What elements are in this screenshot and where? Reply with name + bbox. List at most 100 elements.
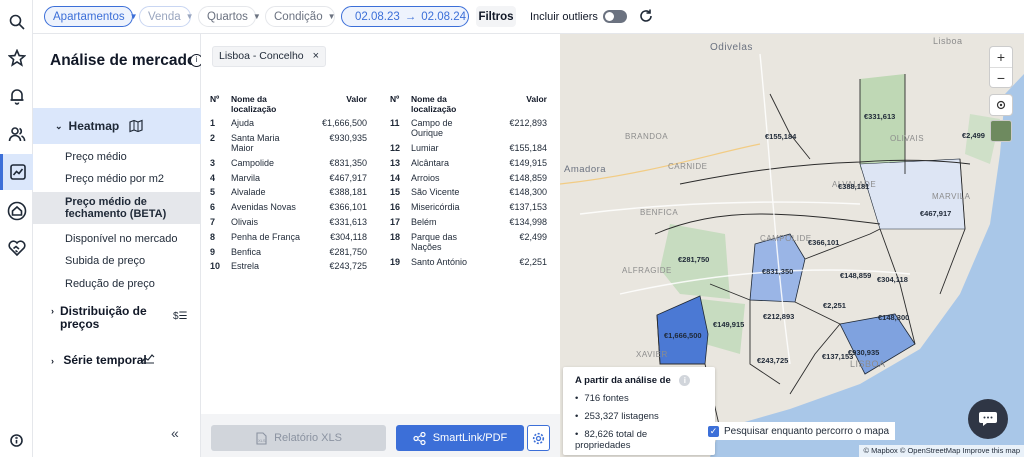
place-carnide: CARNIDE (668, 162, 708, 171)
region-label-misericordia: €137,153 (822, 352, 854, 361)
locate-icon[interactable] (990, 95, 1012, 115)
info-sources: 716 fontes (575, 393, 703, 404)
table-row-name: Arroios (411, 172, 440, 183)
table-row-name: Estrela (231, 261, 260, 272)
home-icon[interactable] (5, 199, 28, 222)
region-label-santo-antonio: €2,251 (823, 301, 846, 310)
date-to: 02.08.24 (421, 10, 467, 23)
table-row-value: €137,153 (509, 202, 547, 213)
table-row-value: €281,750 (329, 246, 367, 257)
smartlink-button[interactable]: SmartLink/PDF (396, 425, 524, 451)
top-filter-bar: Apartamentos ▼ Venda ▼ Quartos ▼ Condiçã… (33, 0, 1024, 34)
locations-table-area: Lisboa - Concelho × Nº Nome da localizaç… (201, 34, 560, 457)
table-row-num: 5 (210, 187, 216, 198)
info-properties: 82,626 total de propriedades (575, 429, 703, 451)
info-icon[interactable]: i (679, 375, 691, 386)
location-filter-chip[interactable]: Lisboa - Concelho × (212, 46, 326, 67)
place-benfica: BENFICA (640, 208, 679, 217)
search-while-moving-checkbox[interactable]: ✓ (708, 425, 719, 437)
money-stack-icon: $☰ (173, 311, 188, 322)
place-amadora: Amadora (564, 164, 607, 175)
search-while-moving[interactable]: ✓ Pesquisar enquanto percorro o mapa (702, 422, 896, 440)
zoom-in-button[interactable]: + (990, 47, 1012, 67)
table-row-name: Alvalade (231, 187, 266, 198)
xls-report-button[interactable]: XLS Relatório XLS (211, 425, 386, 451)
table-row-name: Misericórdia (411, 202, 460, 213)
users-icon[interactable] (5, 122, 28, 145)
menu-group-price-distribution[interactable]: › Distribuição de preços (51, 305, 161, 331)
region-label-campo-ourique: €212,893 (763, 312, 795, 321)
price-distribution-label: Distribuição de preços (60, 304, 147, 331)
place-alfragide: ALFRAGIDE (622, 266, 672, 275)
info-icon[interactable] (5, 429, 28, 452)
col-header-value: Valor (346, 94, 367, 104)
table-row-value: €149,915 (509, 157, 547, 168)
region-label-sao-vicente: €148,300 (878, 313, 910, 322)
analysis-info-box: A partir da análise de i 716 fontes 253,… (563, 367, 715, 455)
chevron-down-icon: ▼ (129, 12, 138, 21)
outliers-toggle[interactable] (603, 10, 627, 23)
table-row-num: 19 (390, 256, 401, 267)
property-type-label: Apartamentos (53, 10, 125, 23)
satellite-toggle[interactable] (990, 120, 1012, 142)
map-attribution[interactable]: © Mapbox © OpenStreetMap Improve this ma… (859, 445, 1024, 457)
time-series-label: Série temporal (63, 353, 147, 367)
line-chart-icon (141, 354, 155, 364)
table-row-num: 10 (210, 261, 221, 272)
deal-type-label: Venda (148, 10, 181, 23)
market-analysis-icon[interactable] (0, 154, 33, 190)
chat-button[interactable] (968, 399, 1008, 439)
place-lisboa-north: Lisboa (933, 36, 963, 46)
property-type-dropdown[interactable]: Apartamentos ▼ (44, 6, 138, 27)
region-label-alcantara: €149,915 (713, 320, 745, 329)
heatmap-map[interactable]: Odivelas Amadora CARNIDE BENFICA ALVALAD… (560, 34, 1024, 457)
place-xavier: XAVIER (636, 350, 668, 359)
chevron-right-icon: › (51, 306, 54, 316)
location-chip-label: Lisboa - Concelho (219, 50, 304, 62)
table-row-value: €243,725 (329, 261, 367, 272)
heatmap-menu[interactable]: ⌄ Heatmap (33, 108, 201, 144)
condition-dropdown[interactable]: Condição ▼ (265, 6, 336, 27)
region-label-arroios: €148,859 (840, 271, 872, 280)
zoom-controls: + − (990, 47, 1012, 87)
close-icon[interactable]: × (313, 50, 319, 62)
handshake-icon[interactable] (5, 236, 28, 259)
table-row-name: Marvila (231, 172, 261, 183)
col-header-name: Nome da localização (231, 94, 277, 114)
deal-type-dropdown[interactable]: Venda ▼ (139, 6, 194, 27)
menu-item-closing-price[interactable]: Preço médio de fechamento (BETA) (33, 192, 201, 224)
table-row-value: €467,917 (329, 172, 367, 183)
region-label-avenidas-novas: €366,101 (808, 238, 840, 247)
menu-item-available[interactable]: Disponível no mercado (65, 233, 178, 245)
menu-group-time-series[interactable]: › Série temporal (51, 353, 147, 367)
date-range-picker[interactable]: 02.08.23 → 02.08.24 (341, 6, 469, 27)
region-label-estrela: €243,725 (757, 356, 789, 365)
table-row-value: €134,998 (509, 217, 547, 227)
region-label-campolide: €831,350 (762, 267, 794, 276)
bell-icon[interactable] (5, 84, 28, 107)
menu-item-average-price-m2[interactable]: Preço médio por m2 (65, 173, 164, 185)
zoom-out-button[interactable]: − (990, 67, 1012, 87)
table-row-value: €148,859 (509, 172, 547, 183)
smartlink-label: SmartLink/PDF (432, 432, 508, 444)
col-header-num: Nº (210, 94, 220, 104)
refresh-icon[interactable] (637, 7, 655, 28)
date-arrow: → (404, 10, 417, 23)
chevron-down-icon: ⌄ (55, 120, 63, 131)
market-analysis-panel: Análise de mercado i ⌄ Heatmap Preço méd… (33, 34, 203, 457)
share-icon (413, 431, 426, 445)
table-row-num: 16 (390, 202, 401, 213)
star-icon[interactable] (5, 46, 28, 69)
menu-item-average-price[interactable]: Preço médio (65, 151, 127, 163)
logo-icon[interactable] (5, 10, 28, 33)
settings-button[interactable] (527, 425, 550, 451)
info-title: A partir da análise de (575, 375, 671, 386)
region-label-penha-franca: €304,118 (877, 275, 908, 284)
table-row-name: Avenidas Novas (231, 202, 296, 213)
filters-button[interactable]: Filtros (476, 6, 516, 27)
rooms-dropdown[interactable]: Quartos ▼ (198, 6, 261, 27)
collapse-sidebar-button[interactable]: « (171, 425, 179, 441)
menu-item-price-increase[interactable]: Subida de preço (65, 255, 145, 267)
menu-item-price-reduction[interactable]: Redução de preço (65, 278, 155, 290)
svg-text:XLS: XLS (258, 438, 266, 443)
